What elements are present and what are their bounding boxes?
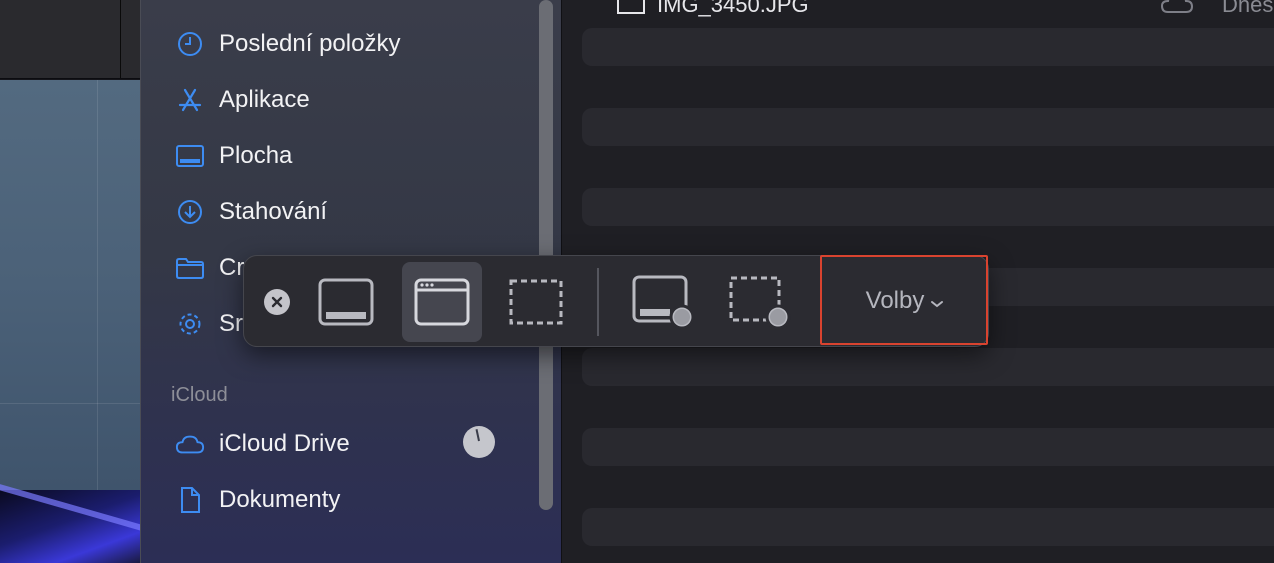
sidebar-item-label: Aplikace bbox=[219, 86, 310, 113]
chevron-down-icon bbox=[931, 301, 944, 308]
download-icon bbox=[175, 197, 205, 227]
gear-icon bbox=[175, 309, 205, 339]
desktop-icon bbox=[175, 141, 205, 171]
screenshot-toolbar: Volby bbox=[243, 255, 989, 347]
sidebar-item-recents[interactable]: Poslední položky bbox=[175, 27, 400, 61]
close-icon bbox=[271, 296, 283, 308]
close-button[interactable] bbox=[264, 289, 290, 315]
options-label: Volby bbox=[865, 287, 925, 314]
sidebar-item-label: Stahování bbox=[219, 198, 328, 225]
wallpaper bbox=[0, 482, 140, 563]
capture-window-button[interactable] bbox=[402, 262, 482, 342]
clock-icon bbox=[175, 29, 205, 59]
capture-window-icon bbox=[414, 278, 470, 326]
sidebar-item-label: Plocha bbox=[219, 142, 293, 169]
file-date: Dnes bbox=[1222, 0, 1274, 17]
app-store-icon bbox=[175, 85, 205, 115]
cloud-icon bbox=[175, 429, 205, 459]
toolbar-divider bbox=[597, 268, 599, 336]
desktop-background bbox=[0, 0, 140, 563]
record-entire-screen-button[interactable] bbox=[624, 262, 704, 342]
list-row-stripe bbox=[582, 428, 1274, 466]
capture-entire-screen-icon bbox=[318, 278, 374, 326]
sidebar-item-documents[interactable]: Dokumenty bbox=[175, 483, 340, 517]
sidebar-item-label: iCloud Drive bbox=[219, 430, 350, 457]
background-window-titlebar bbox=[0, 0, 140, 79]
background-window bbox=[0, 80, 140, 490]
list-row-stripe bbox=[582, 108, 1274, 146]
icloud-sync-progress-icon bbox=[463, 426, 495, 458]
cloud-status-icon bbox=[1160, 0, 1194, 13]
list-row-stripe bbox=[582, 188, 1274, 226]
sidebar-item-applications[interactable]: Aplikace bbox=[175, 83, 310, 117]
capture-selection-icon bbox=[509, 279, 563, 325]
image-file-icon bbox=[617, 0, 645, 14]
list-row-stripe bbox=[582, 508, 1274, 546]
sidebar-section-icloud: iCloud bbox=[171, 384, 228, 406]
file-name[interactable]: IMG_3450.JPG bbox=[657, 0, 809, 18]
capture-selection-button[interactable] bbox=[496, 262, 576, 342]
document-icon bbox=[175, 485, 205, 515]
sidebar-item-label: Cr bbox=[219, 254, 245, 281]
folder-icon bbox=[175, 253, 205, 283]
sidebar-item-desktop[interactable]: Plocha bbox=[175, 139, 292, 173]
list-row-stripe bbox=[582, 28, 1274, 66]
sidebar-item-label: Sr bbox=[219, 310, 243, 337]
capture-entire-screen-button[interactable] bbox=[306, 262, 386, 342]
options-menu-button[interactable]: Volby bbox=[820, 256, 990, 346]
sidebar-item-folder[interactable]: Cr bbox=[175, 251, 244, 285]
sidebar-item-icloud-drive[interactable]: iCloud Drive bbox=[175, 427, 350, 461]
record-entire-screen-icon bbox=[632, 275, 695, 330]
list-row-stripe bbox=[582, 348, 1274, 386]
record-selection-button[interactable] bbox=[720, 262, 800, 342]
sidebar-item-system-settings[interactable]: Sr bbox=[175, 307, 243, 341]
sidebar-item-label: Dokumenty bbox=[219, 486, 341, 513]
sidebar-item-downloads[interactable]: Stahování bbox=[175, 195, 327, 229]
sidebar-item-label: Poslední položky bbox=[219, 30, 401, 57]
record-selection-icon bbox=[729, 276, 791, 330]
